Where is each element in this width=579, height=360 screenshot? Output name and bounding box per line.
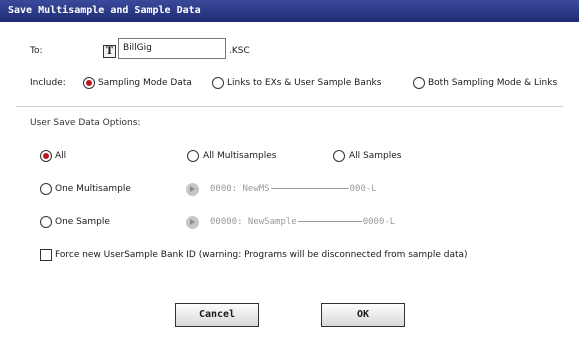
all-samples-label: All Samples — [349, 151, 402, 161]
sample-name-underline — [297, 221, 362, 222]
cancel-button[interactable]: Cancel — [175, 303, 259, 327]
all-multisamples-radio[interactable] — [187, 150, 199, 162]
all-label: All — [55, 151, 67, 161]
divider — [16, 106, 563, 107]
dialog-title: Save Multisample and Sample Data — [0, 0, 579, 22]
one-multisample-label: One Multisample — [55, 184, 131, 194]
multisample-value-suffix: 000-L — [349, 184, 377, 194]
all-multisamples-label: All Multisamples — [203, 151, 277, 161]
text-edit-button[interactable]: T — [103, 45, 116, 58]
all-radio[interactable] — [40, 150, 52, 162]
to-label: To: — [30, 46, 43, 56]
save-dialog: To: T BillGig .KSC Include: Sampling Mod… — [0, 22, 579, 360]
multisample-select-arrow-icon[interactable] — [186, 183, 199, 196]
include-sampling-mode-label: Sampling Mode Data — [98, 78, 192, 88]
file-extension: .KSC — [229, 46, 250, 56]
one-sample-label: One Sample — [55, 217, 110, 227]
sample-select-arrow-icon[interactable] — [186, 216, 199, 229]
sample-value-prefix: 00000: NewSample — [210, 217, 297, 227]
include-both-radio[interactable] — [413, 77, 425, 89]
multisample-name-underline — [270, 188, 349, 189]
all-samples-radio[interactable] — [333, 150, 345, 162]
sample-value-suffix: 0000-L — [362, 217, 396, 227]
sample-value: 00000: NewSample 0000-L — [210, 217, 395, 227]
multisample-value-prefix: 0000: NewMS — [210, 184, 270, 194]
force-new-bank-id-label: Force new UserSample Bank ID (warning: P… — [55, 250, 468, 260]
one-multisample-radio[interactable] — [40, 183, 52, 195]
user-save-heading: User Save Data Options: — [30, 118, 141, 128]
one-sample-radio[interactable] — [40, 216, 52, 228]
ok-button[interactable]: OK — [321, 303, 405, 327]
filename-field[interactable]: BillGig — [118, 38, 226, 59]
multisample-value: 0000: NewMS 000-L — [210, 184, 377, 194]
include-label: Include: — [30, 78, 66, 88]
include-both-label: Both Sampling Mode & Links — [428, 78, 558, 88]
force-new-bank-id-checkbox[interactable] — [40, 249, 52, 261]
include-links-label: Links to EXs & User Sample Banks — [227, 78, 382, 88]
include-sampling-mode-radio[interactable] — [83, 77, 95, 89]
include-links-radio[interactable] — [212, 77, 224, 89]
